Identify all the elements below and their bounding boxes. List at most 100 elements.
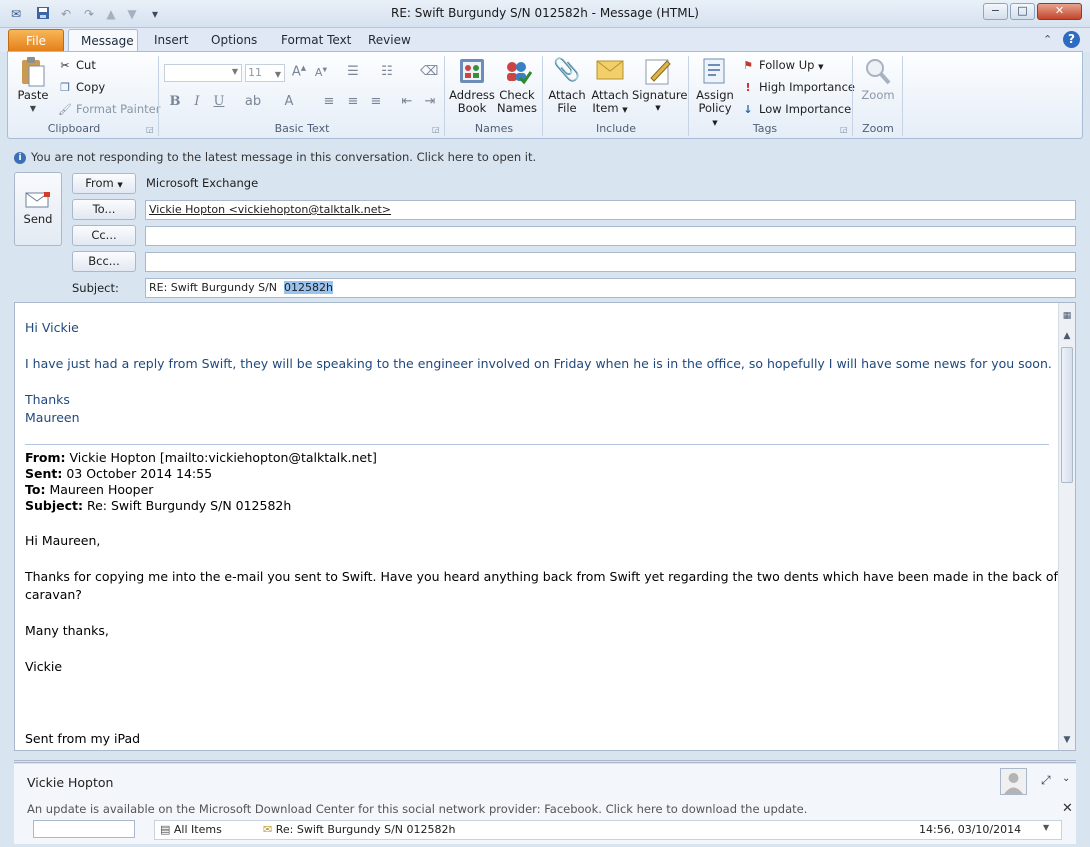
activity-item-subject: Re: Swift Burgundy S/N 012582h: [275, 823, 456, 836]
bold-button[interactable]: B: [166, 94, 184, 109]
tab-review[interactable]: Review: [356, 29, 423, 52]
reply-signoff: Maureen: [25, 410, 80, 425]
bcc-field[interactable]: [145, 252, 1076, 272]
ruler-icon[interactable]: ▦: [1060, 309, 1074, 324]
info-bar-text: You are not responding to the latest mes…: [31, 150, 537, 164]
orig-greeting: Hi Maureen,: [25, 533, 101, 548]
update-notice[interactable]: An update is available on the Microsoft …: [27, 802, 807, 816]
cut-button[interactable]: ✂ Cut: [58, 58, 95, 73]
mail-item-icon: ✉: [263, 823, 273, 836]
bcc-button[interactable]: Bcc...: [72, 251, 136, 272]
scroll-thumb[interactable]: [1061, 347, 1073, 483]
people-pane-splitter[interactable]: [14, 760, 1076, 763]
align-right-icon[interactable]: ≡: [367, 94, 385, 109]
tags-launcher-icon[interactable]: ◲: [840, 125, 848, 134]
align-left-icon[interactable]: ≡: [320, 94, 338, 109]
close-button[interactable]: ✕: [1037, 3, 1082, 20]
format-painter-button[interactable]: 🖌 Format Painter: [58, 102, 160, 117]
highlight-icon[interactable]: ab: [244, 94, 262, 109]
send-label: Send: [23, 212, 53, 226]
subject-selection: 012582h: [284, 281, 333, 294]
orig-from-value: Vickie Hopton [mailto:vickiehopton@talkt…: [69, 450, 377, 465]
shrink-font-icon[interactable]: A▼: [312, 66, 330, 79]
scroll-down-icon[interactable]: ▼: [1060, 733, 1074, 748]
tab-options[interactable]: Options: [199, 29, 269, 52]
minimize-button[interactable]: −: [983, 3, 1008, 20]
italic-button[interactable]: I: [188, 94, 206, 109]
message-body[interactable]: Hi Vickie I have just had a reply from S…: [14, 302, 1076, 751]
expand-pane-icon[interactable]: ⤢: [1041, 773, 1051, 788]
group-separator: [852, 56, 853, 136]
help-icon[interactable]: ?: [1063, 31, 1080, 48]
paste-dropdown-icon: ▼: [29, 104, 37, 113]
envelope-icon: [594, 56, 626, 86]
attach-file-button[interactable]: 📎 Attach File: [548, 56, 586, 115]
font-color-icon[interactable]: A: [280, 94, 298, 109]
group-separator: [542, 56, 543, 136]
numbering-icon[interactable]: ☷: [378, 64, 396, 79]
info-bar[interactable]: i You are not responding to the latest me…: [14, 150, 536, 164]
font-size-combo[interactable]: 11 ▼: [245, 64, 285, 82]
cc-button[interactable]: Cc...: [72, 225, 136, 246]
activity-list[interactable]: ▤ All Items ✉ Re: Swift Burgundy S/N 012…: [154, 820, 1062, 840]
all-items-label: All Items: [173, 823, 222, 836]
check-names-button[interactable]: Check Names: [497, 56, 537, 115]
avatar[interactable]: [1000, 768, 1027, 795]
font-name-combo[interactable]: ▼: [164, 64, 242, 82]
maximize-button[interactable]: □: [1010, 3, 1035, 20]
scroll-up-icon[interactable]: ▲: [1060, 329, 1074, 344]
increase-indent-icon[interactable]: ⇥: [421, 94, 439, 109]
group-separator: [444, 56, 445, 136]
subject-field[interactable]: RE: Swift Burgundy S/N 012582h: [145, 278, 1076, 298]
zoom-button[interactable]: Zoom: [858, 56, 898, 102]
exclamation-icon: !: [745, 80, 751, 94]
attach-item-button[interactable]: Attach Item ▼: [590, 56, 630, 117]
underline-button[interactable]: U: [210, 94, 228, 109]
send-button[interactable]: Send: [14, 172, 62, 246]
info-icon: i: [14, 151, 26, 164]
address-book-button[interactable]: Address Book: [449, 56, 495, 115]
decrease-indent-icon[interactable]: ⇤: [398, 94, 416, 109]
follow-up-button[interactable]: ⚑ Follow Up ▼: [741, 58, 824, 73]
follow-up-dropdown-icon: ▼: [818, 63, 824, 71]
cc-field[interactable]: [145, 226, 1076, 246]
high-importance-button[interactable]: ! High Importance: [741, 80, 855, 95]
flag-icon: ⚑: [743, 58, 753, 72]
orig-from-label: From:: [25, 450, 66, 465]
basic-text-launcher-icon[interactable]: ◲: [432, 125, 440, 134]
paintbrush-icon: 🖌: [58, 102, 72, 116]
to-recipient[interactable]: Vickie Hopton <vickiehopton@talktalk.net…: [149, 203, 391, 216]
network-selector[interactable]: [33, 820, 135, 838]
signature-button[interactable]: Signature ▼: [632, 56, 688, 115]
align-center-icon[interactable]: ≡: [344, 94, 362, 109]
paste-button[interactable]: Paste ▼: [15, 56, 51, 115]
copy-button[interactable]: ❐ Copy: [58, 80, 105, 95]
activity-scroll-icon[interactable]: ▼: [1043, 823, 1049, 832]
all-items-row[interactable]: ▤ All Items: [160, 823, 222, 839]
activity-item[interactable]: ✉ Re: Swift Burgundy S/N 012582h: [263, 823, 456, 839]
subject-text: RE: Swift Burgundy S/N: [149, 281, 277, 294]
clipboard-launcher-icon[interactable]: ◲: [146, 125, 154, 134]
close-notice-icon[interactable]: ✕: [1062, 801, 1073, 816]
all-items-icon: ▤: [160, 823, 171, 836]
tab-file[interactable]: File: [8, 29, 64, 52]
to-field[interactable]: Vickie Hopton <vickiehopton@talktalk.net…: [145, 200, 1076, 220]
chevron-down-icon[interactable]: ⌄: [1062, 773, 1070, 784]
clear-formatting-icon[interactable]: ⌫: [420, 64, 438, 79]
to-button[interactable]: To...: [72, 199, 136, 220]
signature-label: Signature: [632, 88, 688, 102]
paste-icon: [19, 56, 47, 87]
down-arrow-icon: ↓: [743, 102, 753, 116]
tab-message[interactable]: Message: [68, 29, 138, 52]
from-button[interactable]: From ▼: [72, 173, 136, 194]
collapse-ribbon-icon[interactable]: ⌃: [1043, 33, 1052, 46]
basic-text-group-label: Basic Text: [274, 122, 330, 135]
tab-insert[interactable]: Insert: [142, 29, 200, 52]
tab-format-text[interactable]: Format Text: [269, 29, 363, 52]
grow-font-icon[interactable]: A▲: [290, 64, 308, 79]
bullets-icon[interactable]: ☰: [344, 64, 362, 79]
names-group-label: Names: [474, 122, 514, 135]
vertical-scrollbar[interactable]: ▦ ▲ ▼: [1058, 303, 1075, 750]
assign-policy-button[interactable]: Assign Policy ▼: [694, 56, 736, 130]
low-importance-button[interactable]: ↓ Low Importance: [741, 102, 851, 117]
